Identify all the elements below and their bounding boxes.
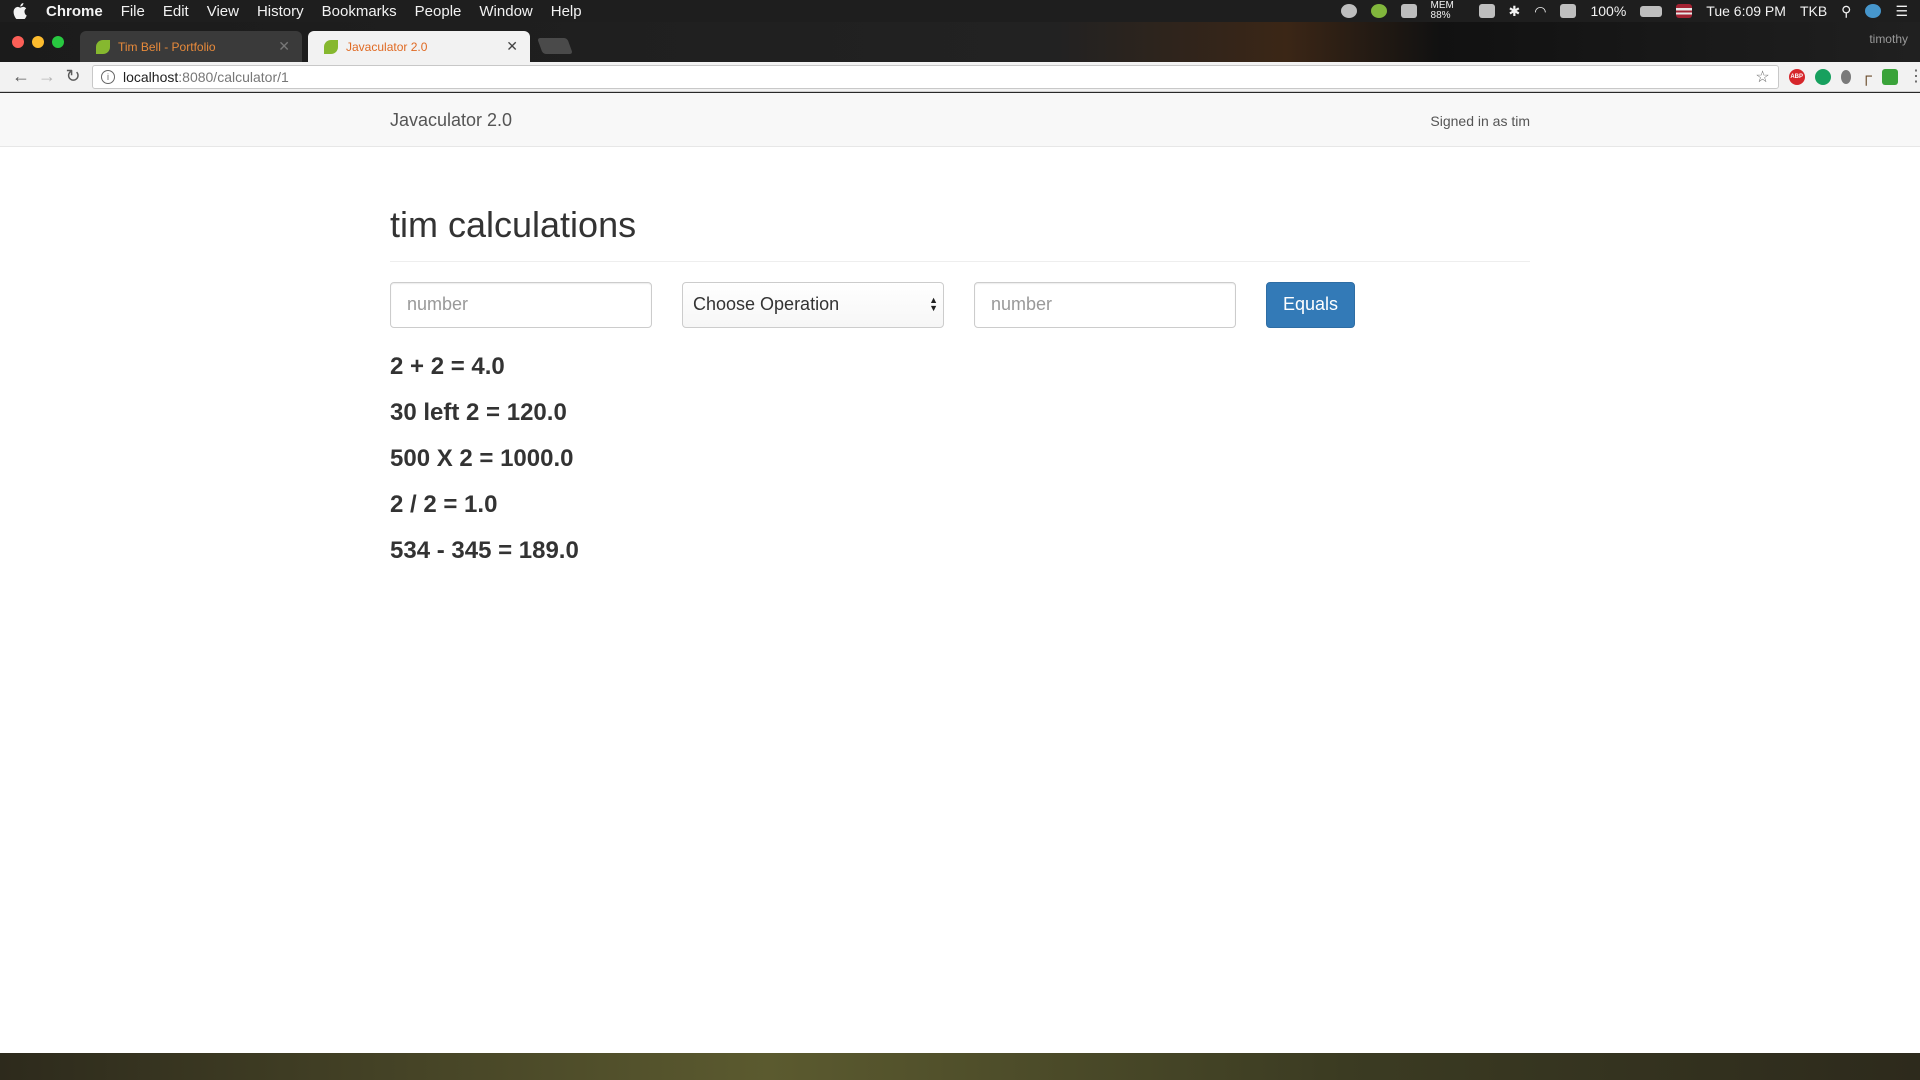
battery-percent[interactable]: 100% bbox=[1590, 3, 1626, 19]
url-host: localhost bbox=[123, 68, 179, 85]
reload-icon[interactable]: ↻ bbox=[60, 64, 86, 90]
menubar-status-area: MEM 88% ✱ ◠ 100% Tue 6:09 PM TKB ⚲ ☰ bbox=[1340, 1, 1908, 21]
adblock-icon[interactable]: ABP bbox=[1788, 68, 1805, 85]
forward-arrow-icon[interactable]: → bbox=[34, 64, 60, 90]
back-arrow-icon[interactable]: ← bbox=[8, 64, 34, 90]
result-item: 500 X 2 = 1000.0 bbox=[390, 444, 574, 472]
main-container: tim calculations Choose Operation ▲▼ Equ… bbox=[390, 147, 1530, 574]
fullscreen-window-button[interactable] bbox=[52, 36, 64, 48]
page-header: tim calculations bbox=[390, 205, 1530, 262]
cloud-icon[interactable] bbox=[1340, 4, 1357, 18]
signed-in-text: Signed in as tim bbox=[1430, 113, 1530, 129]
extension-icons: ABP ┌ ⋮ bbox=[1788, 68, 1920, 86]
left-number-input[interactable] bbox=[390, 281, 652, 328]
extension-icon[interactable] bbox=[1840, 69, 1851, 84]
browser-tab-strip: Tim Bell - Portfolio ✕ Javaculator 2.0 ✕… bbox=[0, 22, 1920, 62]
info-icon[interactable]: i bbox=[101, 69, 115, 84]
hook-extension-icon[interactable]: ┌ bbox=[1861, 68, 1872, 86]
bluetooth-icon[interactable]: ✱ bbox=[1509, 3, 1521, 20]
menu-bookmarks[interactable]: Bookmarks bbox=[322, 3, 397, 20]
green-extension-icon[interactable] bbox=[1882, 68, 1898, 85]
notification-center-icon[interactable]: ☰ bbox=[1895, 3, 1908, 20]
browser-toolbar: ← → ↻ i localhost :8080/calculator/1 ☆ A… bbox=[0, 62, 1920, 92]
menu-help[interactable]: Help bbox=[551, 3, 582, 20]
minimize-window-button[interactable] bbox=[32, 36, 44, 48]
macos-menu-bar: Chrome File Edit View History Bookmarks … bbox=[0, 0, 1920, 22]
menubar-clock[interactable]: Tue 6:09 PM bbox=[1706, 3, 1786, 19]
tab-title: Javaculator 2.0 bbox=[346, 39, 428, 54]
menu-app-name[interactable]: Chrome bbox=[46, 3, 103, 20]
menu-view[interactable]: View bbox=[207, 3, 239, 20]
calculator-form: Choose Operation ▲▼ Equals bbox=[390, 281, 1530, 328]
menubar-user[interactable]: TKB bbox=[1800, 3, 1827, 19]
tab-title: Tim Bell - Portfolio bbox=[118, 39, 216, 54]
close-tab-icon[interactable]: ✕ bbox=[278, 38, 290, 55]
tab-javaculator[interactable]: Javaculator 2.0 ✕ bbox=[308, 31, 530, 62]
address-bar[interactable]: i localhost :8080/calculator/1 ☆ bbox=[92, 64, 1779, 89]
operation-select-value[interactable]: Choose Operation bbox=[682, 281, 944, 328]
memory-indicator[interactable]: MEM 88% bbox=[1431, 1, 1465, 21]
chrome-menu-icon[interactable]: ⋮ bbox=[1908, 68, 1920, 85]
close-window-button[interactable] bbox=[12, 36, 24, 48]
equals-button[interactable]: Equals bbox=[1266, 281, 1356, 328]
new-tab-button[interactable] bbox=[537, 38, 573, 54]
close-tab-icon[interactable]: ✕ bbox=[506, 38, 518, 55]
page-title: tim calculations bbox=[390, 204, 637, 245]
result-item: 30 left 2 = 120.0 bbox=[390, 398, 567, 426]
wifi-icon[interactable]: ◠ bbox=[1534, 3, 1546, 20]
spring-leaf-icon bbox=[324, 39, 338, 54]
result-item: 2 + 2 = 4.0 bbox=[390, 352, 505, 380]
menu-people[interactable]: People bbox=[415, 3, 462, 20]
apple-icon[interactable] bbox=[12, 3, 28, 19]
result-item: 2 / 2 = 1.0 bbox=[390, 490, 498, 518]
battery-icon[interactable] bbox=[1640, 5, 1663, 17]
result-item: 534 - 345 = 189.0 bbox=[390, 536, 579, 564]
menu-edit[interactable]: Edit bbox=[163, 3, 189, 20]
app-navbar: Javaculator 2.0 Signed in as tim bbox=[0, 93, 1920, 147]
profile-name[interactable]: timothy bbox=[1869, 32, 1908, 46]
right-number-input[interactable] bbox=[974, 281, 1236, 328]
airplay-icon[interactable] bbox=[1560, 4, 1577, 18]
select-arrows-icon: ▲ ▼ bbox=[929, 294, 938, 313]
url-path: :8080/calculator/1 bbox=[178, 68, 289, 85]
spring-leaf-icon bbox=[96, 39, 110, 54]
siri-icon[interactable] bbox=[1865, 4, 1882, 18]
spotlight-search-icon[interactable]: ⚲ bbox=[1841, 3, 1851, 20]
tab-portfolio[interactable]: Tim Bell - Portfolio ✕ bbox=[80, 31, 302, 62]
us-flag-icon[interactable] bbox=[1676, 4, 1693, 18]
window-manager-icon[interactable] bbox=[1478, 4, 1495, 18]
menu-window[interactable]: Window bbox=[479, 3, 532, 20]
operation-select[interactable]: Choose Operation ▲ ▼ bbox=[682, 281, 944, 328]
navbar-brand[interactable]: Javaculator 2.0 bbox=[390, 110, 512, 131]
desktop-background bbox=[0, 1053, 1920, 1080]
results-list: 2 + 2 = 4.0 30 left 2 = 120.0 500 X 2 = … bbox=[390, 344, 1530, 574]
display-icon[interactable] bbox=[1400, 4, 1417, 18]
evernote-icon[interactable] bbox=[1370, 4, 1387, 18]
bookmark-star-icon[interactable]: ☆ bbox=[1755, 67, 1769, 87]
grammarly-icon[interactable] bbox=[1814, 68, 1831, 85]
menu-history[interactable]: History bbox=[257, 3, 304, 20]
menu-file[interactable]: File bbox=[121, 3, 145, 20]
window-controls bbox=[12, 36, 64, 48]
page-viewport: Javaculator 2.0 Signed in as tim tim cal… bbox=[0, 93, 1920, 1053]
